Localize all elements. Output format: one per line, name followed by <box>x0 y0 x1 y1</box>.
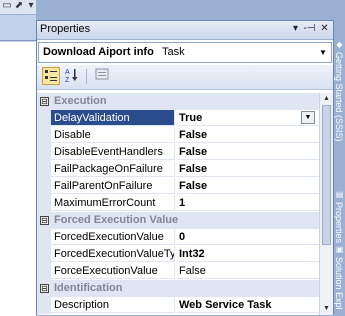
solution-explorer-icon: ▣ <box>335 245 344 254</box>
property-name[interactable]: ForcedExecutionValueTyp <box>51 246 175 262</box>
property-name[interactable]: DelayValidation <box>51 110 175 126</box>
side-tab-strip: ◆ Getting Started (SSIS) ▤ Properties ▣ … <box>334 0 345 315</box>
property-row-delayvalidation[interactable]: DelayValidation True ▼ <box>37 110 319 127</box>
property-row-description[interactable]: Description Web Service Task <box>37 297 319 314</box>
property-row-forceexecutionvalue[interactable]: ForceExecutionValue False <box>37 263 319 280</box>
property-row-forcedexecutionvalue[interactable]: ForcedExecutionValue 0 <box>37 229 319 246</box>
property-name[interactable]: Disable <box>51 127 175 143</box>
row-gutter <box>37 178 51 195</box>
properties-toolbar: A Z <box>37 65 333 90</box>
scrollbar-thumb[interactable] <box>322 105 331 245</box>
property-value[interactable]: False <box>177 144 319 160</box>
property-value[interactable]: False <box>177 178 319 194</box>
row-gutter <box>37 263 51 280</box>
dropdown-arrow-icon[interactable]: ▼ <box>301 111 315 124</box>
property-value[interactable]: False <box>177 161 319 177</box>
row-gutter <box>37 297 51 314</box>
property-value[interactable]: Int32 <box>177 246 319 262</box>
designer-area: ▭ ⬈ ▾ <box>0 0 36 316</box>
toolbar-overflow-icon[interactable]: ▾ <box>26 1 36 11</box>
tab-label: Solution Expl <box>334 257 344 310</box>
close-button[interactable]: ✕ <box>318 22 331 36</box>
property-value[interactable]: False <box>177 127 319 143</box>
vertical-scrollbar[interactable]: ▲ ▼ <box>319 93 333 315</box>
row-gutter <box>37 161 51 178</box>
collapse-icon[interactable]: ⊟ <box>40 284 49 293</box>
window-menu-button[interactable]: ▾ <box>289 22 302 36</box>
tab-solution-explorer[interactable]: Solution Expl <box>334 257 345 315</box>
property-pages-button[interactable] <box>93 67 111 85</box>
categorized-button[interactable] <box>42 67 60 85</box>
property-row-maximumerrorcount[interactable]: MaximumErrorCount 1 <box>37 195 319 212</box>
row-gutter <box>37 195 51 212</box>
object-selector[interactable]: Download Aiport info Task ▼ <box>38 42 332 63</box>
divider <box>0 41 36 42</box>
property-name[interactable]: FailPackageOnFailure <box>51 161 175 177</box>
scroll-up-arrow-icon[interactable]: ▲ <box>321 93 332 105</box>
chevron-down-icon[interactable]: ▼ <box>317 46 329 59</box>
categorized-icon <box>45 70 57 81</box>
property-row-disable[interactable]: Disable False <box>37 127 319 144</box>
alphabetical-button[interactable]: A Z <box>63 67 81 85</box>
svg-text:Z: Z <box>65 77 70 83</box>
property-name[interactable]: FailParentOnFailure <box>51 178 175 194</box>
category-row-forced-execution-value[interactable]: ⊟ Forced Execution Value <box>37 212 319 229</box>
tab-label: Getting Started (SSIS) <box>334 52 344 142</box>
toolbar-separator <box>86 69 87 84</box>
collapse-icon[interactable]: ⊟ <box>40 216 49 225</box>
property-row-disableeventhandlers[interactable]: DisableEventHandlers False <box>37 144 319 161</box>
property-row-forcedexecutionvaluetype[interactable]: ForcedExecutionValueTyp Int32 <box>37 246 319 263</box>
property-name[interactable]: ForceExecutionValue <box>51 263 175 279</box>
designer-toolbar: ▭ ⬈ ▾ <box>0 0 36 15</box>
row-gutter <box>37 110 51 127</box>
property-name[interactable]: ForcedExecutionValue <box>51 229 175 245</box>
category-row-execution[interactable]: ⊟ Execution <box>37 93 319 110</box>
property-name[interactable]: Description <box>51 297 175 313</box>
tab-label: Properties <box>334 202 344 244</box>
property-value-text: True <box>179 112 203 124</box>
property-name[interactable]: MaximumErrorCount <box>51 195 175 211</box>
object-type: Task <box>162 46 185 58</box>
toolbar-icon[interactable]: ▭ <box>2 1 12 11</box>
svg-text:A: A <box>65 69 70 76</box>
row-gutter <box>37 229 51 246</box>
property-grid: ⊟ Execution DelayValidation True ▼ Disab… <box>37 93 319 315</box>
property-row-failpackageonfailure[interactable]: FailPackageOnFailure False <box>37 161 319 178</box>
property-pages-icon <box>95 68 109 80</box>
getting-started-icon: ◆ <box>336 40 343 49</box>
scroll-down-arrow-icon[interactable]: ▼ <box>321 303 332 315</box>
row-gutter <box>37 246 51 263</box>
category-label: Identification <box>54 282 123 294</box>
category-row-identification[interactable]: ⊟ Identification <box>37 280 319 297</box>
window-title: Properties <box>40 23 91 35</box>
object-name: Download Aiport info <box>43 46 154 58</box>
auto-hide-pin-button[interactable]: -⊣ <box>303 22 316 36</box>
designer-document[interactable] <box>0 40 36 316</box>
property-value[interactable]: 0 <box>177 229 319 245</box>
category-label: Execution <box>54 95 107 107</box>
properties-window: Properties ▾ -⊣ ✕ Download Aiport info T… <box>36 20 334 315</box>
properties-icon: ▤ <box>335 190 344 199</box>
property-value[interactable]: Web Service Task <box>177 297 319 313</box>
collapse-icon[interactable]: ⊟ <box>40 97 49 106</box>
category-label: Forced Execution Value <box>54 214 179 226</box>
toolbar-icon[interactable]: ⬈ <box>14 1 24 11</box>
property-value[interactable]: False <box>177 263 319 279</box>
tab-getting-started[interactable]: Getting Started (SSIS) <box>334 52 345 182</box>
property-name[interactable]: DisableEventHandlers <box>51 144 175 160</box>
property-value[interactable]: 1 <box>177 195 319 211</box>
title-bar[interactable]: Properties ▾ -⊣ ✕ <box>37 21 333 40</box>
alphabetical-icon: A Z <box>65 69 78 84</box>
row-gutter <box>37 127 51 144</box>
property-row-failparentonfailure[interactable]: FailParentOnFailure False <box>37 178 319 195</box>
row-gutter <box>37 144 51 161</box>
property-value[interactable]: True ▼ <box>177 110 319 126</box>
